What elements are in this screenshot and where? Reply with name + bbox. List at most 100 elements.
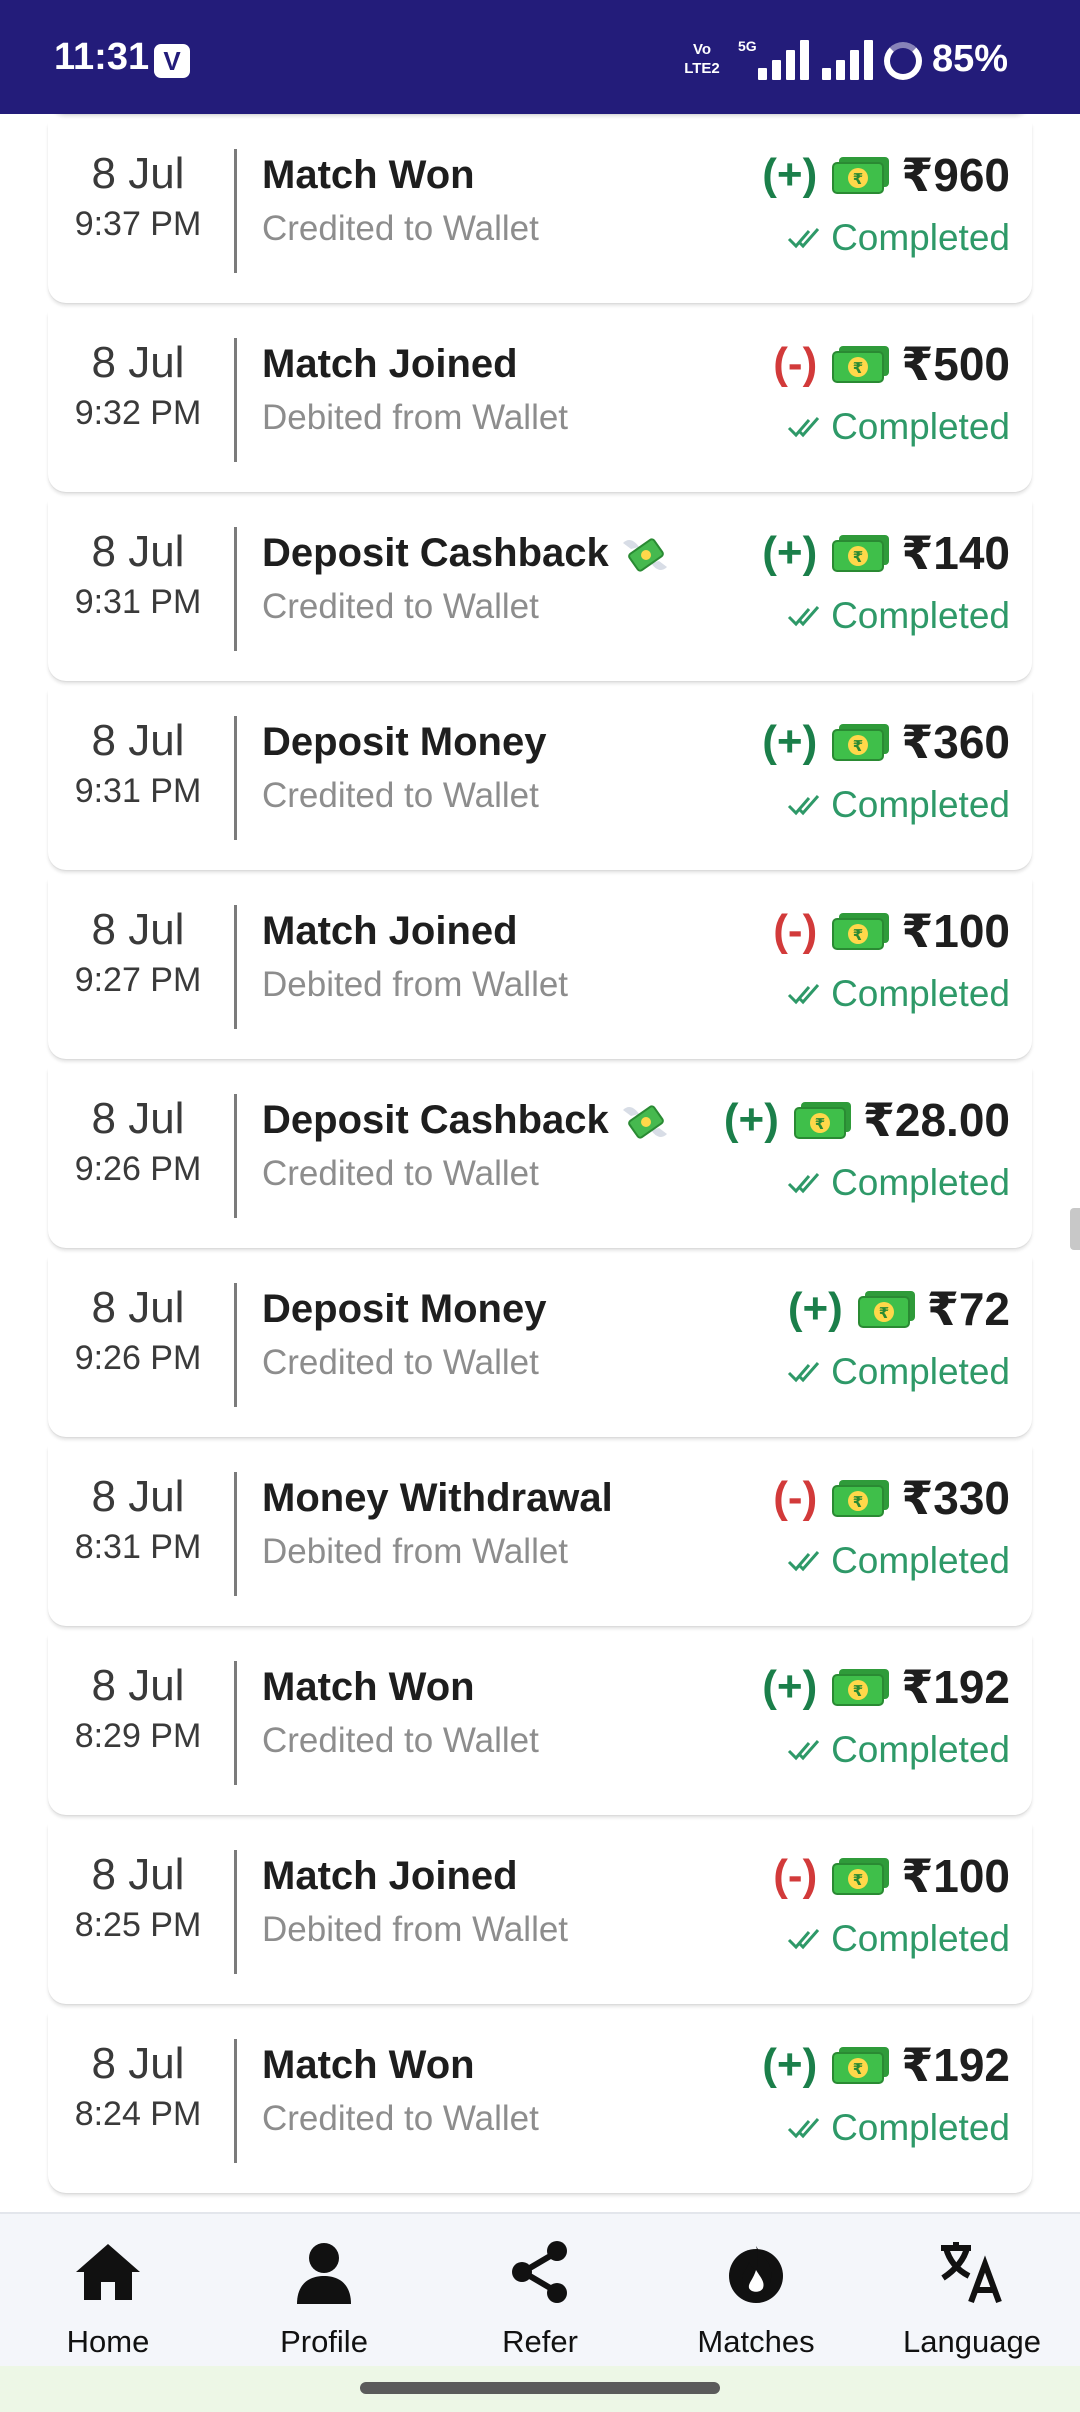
double-check-icon bbox=[788, 1929, 820, 1950]
svg-text:₹: ₹ bbox=[853, 1871, 863, 1889]
transaction-sign: (+) bbox=[762, 1662, 818, 1711]
nav-profile[interactable]: Profile bbox=[216, 2214, 432, 2366]
transaction-amount: ₹140 bbox=[901, 527, 1010, 579]
transaction-title: Deposit Money bbox=[262, 720, 546, 765]
transaction-amount-row: (+) ₹ ₹192 bbox=[762, 2037, 1010, 2093]
network-5g-label: 5G bbox=[738, 38, 757, 54]
transaction-amount-row: (+) ₹ ₹72 bbox=[788, 1281, 1010, 1337]
transaction-sign: (-) bbox=[773, 906, 818, 955]
transaction-title-text: Money Withdrawal bbox=[262, 1476, 613, 1520]
transaction-status: Completed bbox=[787, 1918, 1010, 1960]
transaction-time: 8:24 PM bbox=[74, 2095, 202, 2133]
transaction-subtitle: Debited from Wallet bbox=[262, 965, 569, 1004]
double-check-icon bbox=[788, 606, 820, 627]
transaction-time: 8:25 PM bbox=[74, 1906, 202, 1944]
transaction-card[interactable]: 8 Jul 8:29 PM Match Won Credited to Wallet (… bbox=[48, 1635, 1032, 1815]
transaction-amount-row: (-) ₹ ₹330 bbox=[773, 1470, 1010, 1526]
transaction-card[interactable]: 8 Jul 9:26 PM Deposit Money Credited to Wal… bbox=[48, 1257, 1032, 1437]
transaction-card[interactable]: 8 Jul 9:37 PM Match Won Credited to Wallet (… bbox=[48, 123, 1032, 303]
double-check-icon bbox=[788, 1740, 820, 1761]
transaction-time: 9:26 PM bbox=[74, 1339, 202, 1377]
divider bbox=[234, 338, 237, 462]
transaction-title: Match Won bbox=[262, 153, 475, 198]
transaction-status: Completed bbox=[787, 1729, 1010, 1771]
transaction-title: Match Won bbox=[262, 1665, 475, 1710]
transaction-amount: ₹960 bbox=[901, 149, 1010, 201]
transaction-time: 9:31 PM bbox=[74, 583, 202, 621]
transaction-card[interactable]: 8 Jul 8:24 PM Match Won Credited to Wallet (… bbox=[48, 2013, 1032, 2193]
signal-strength-icon bbox=[758, 40, 812, 80]
cash-icon: ₹ bbox=[832, 724, 890, 761]
transaction-status: Completed bbox=[787, 217, 1010, 259]
transaction-time: 8:31 PM bbox=[74, 1528, 202, 1566]
nav-matches[interactable]: Matches bbox=[648, 2214, 864, 2366]
transaction-title: Money Withdrawal bbox=[262, 1476, 613, 1521]
transaction-title: Deposit Cashback bbox=[262, 1098, 669, 1144]
transaction-card[interactable]: 8 Jul 8:25 PM Match Joined Debited from Wal… bbox=[48, 1824, 1032, 2004]
scrollbar-thumb[interactable] bbox=[1070, 1208, 1080, 1250]
transaction-status: Completed bbox=[787, 784, 1010, 826]
bottom-navigation: Home Profile Refer Matches Language bbox=[0, 2212, 1080, 2366]
gesture-handle[interactable] bbox=[360, 2382, 720, 2394]
transaction-amount-row: (-) ₹ ₹100 bbox=[773, 903, 1010, 959]
nav-home-label: Home bbox=[66, 2324, 150, 2359]
transaction-card[interactable]: 8 Jul 8:31 PM Money Withdrawal Debited from… bbox=[48, 1446, 1032, 1626]
cash-icon: ₹ bbox=[832, 1858, 890, 1895]
transaction-sign: (+) bbox=[787, 1284, 843, 1333]
transaction-time: 9:26 PM bbox=[74, 1150, 202, 1188]
transaction-subtitle: Debited from Wallet bbox=[262, 398, 569, 437]
translate-icon bbox=[941, 2242, 1002, 2304]
cash-icon: ₹ bbox=[832, 913, 890, 950]
transaction-title: Match Joined bbox=[262, 909, 518, 954]
transaction-card[interactable]: 8 Jul 9:27 PM Match Joined Debited from Wal… bbox=[48, 879, 1032, 1059]
transaction-sign: (-) bbox=[773, 1851, 818, 1900]
transaction-date: 8 Jul bbox=[91, 338, 185, 387]
transaction-status: Completed bbox=[787, 1162, 1010, 1204]
cash-icon: ₹ bbox=[793, 1102, 851, 1139]
transaction-subtitle: Credited to Wallet bbox=[262, 209, 539, 248]
app-notification-icon: V bbox=[154, 44, 190, 78]
status-time: 11:31 bbox=[54, 36, 150, 78]
transaction-card[interactable]: 8 Jul 9:26 PM Deposit Cashback Credited to … bbox=[48, 1068, 1032, 1248]
transaction-status: Completed bbox=[787, 973, 1010, 1015]
double-check-icon bbox=[788, 228, 820, 249]
transaction-card[interactable]: 8 Jul 9:31 PM Deposit Cashback Credited to … bbox=[48, 501, 1032, 681]
transaction-amount-row: (+) ₹ ₹960 bbox=[762, 147, 1010, 203]
double-check-icon bbox=[788, 2118, 820, 2139]
transaction-status-text: Completed bbox=[831, 1918, 1010, 1959]
nav-language[interactable]: Language bbox=[864, 2214, 1080, 2366]
transaction-date: 8 Jul bbox=[91, 1850, 185, 1899]
transaction-status-text: Completed bbox=[831, 1729, 1010, 1770]
transaction-status-text: Completed bbox=[831, 784, 1010, 825]
cash-icon: ₹ bbox=[832, 535, 890, 572]
divider bbox=[234, 1094, 237, 1218]
transaction-title-text: Match Joined bbox=[262, 342, 518, 386]
transaction-sign: (+) bbox=[723, 1095, 779, 1144]
transaction-amount-row: (+) ₹ ₹192 bbox=[762, 1659, 1010, 1715]
svg-text:₹: ₹ bbox=[853, 2060, 863, 2078]
transaction-amount: ₹192 bbox=[901, 1661, 1010, 1713]
cash-icon: ₹ bbox=[832, 157, 890, 194]
transaction-amount-row: (-) ₹ ₹500 bbox=[773, 336, 1010, 392]
transaction-time: 9:37 PM bbox=[74, 205, 202, 243]
transaction-amount-row: (+) ₹ ₹360 bbox=[762, 714, 1010, 770]
transaction-title-text: Match Won bbox=[262, 1665, 475, 1709]
share-icon bbox=[512, 2241, 567, 2303]
cash-icon: ₹ bbox=[832, 346, 890, 383]
double-check-icon bbox=[788, 1362, 820, 1383]
transaction-status-text: Completed bbox=[831, 217, 1010, 258]
nav-matches-label: Matches bbox=[697, 2324, 815, 2359]
transaction-list[interactable]: 9:39 PMDebited from WalletCompleted8 Jul… bbox=[0, 0, 1080, 2212]
nav-home[interactable]: Home bbox=[0, 2214, 216, 2366]
transaction-card[interactable]: 8 Jul 9:31 PM Deposit Money Credited to Wal… bbox=[48, 690, 1032, 870]
double-check-icon bbox=[788, 417, 820, 438]
nav-refer[interactable]: Refer bbox=[432, 2214, 648, 2366]
divider bbox=[234, 149, 237, 273]
transaction-title: Deposit Money bbox=[262, 1287, 546, 1332]
transaction-amount: ₹100 bbox=[901, 905, 1010, 957]
battery-icon bbox=[884, 42, 922, 80]
transaction-card[interactable]: 8 Jul 9:32 PM Match Joined Debited from Wal… bbox=[48, 312, 1032, 492]
nav-profile-label: Profile bbox=[280, 2324, 368, 2359]
transaction-subtitle: Credited to Wallet bbox=[262, 1721, 539, 1760]
transaction-sign: (-) bbox=[773, 339, 818, 388]
